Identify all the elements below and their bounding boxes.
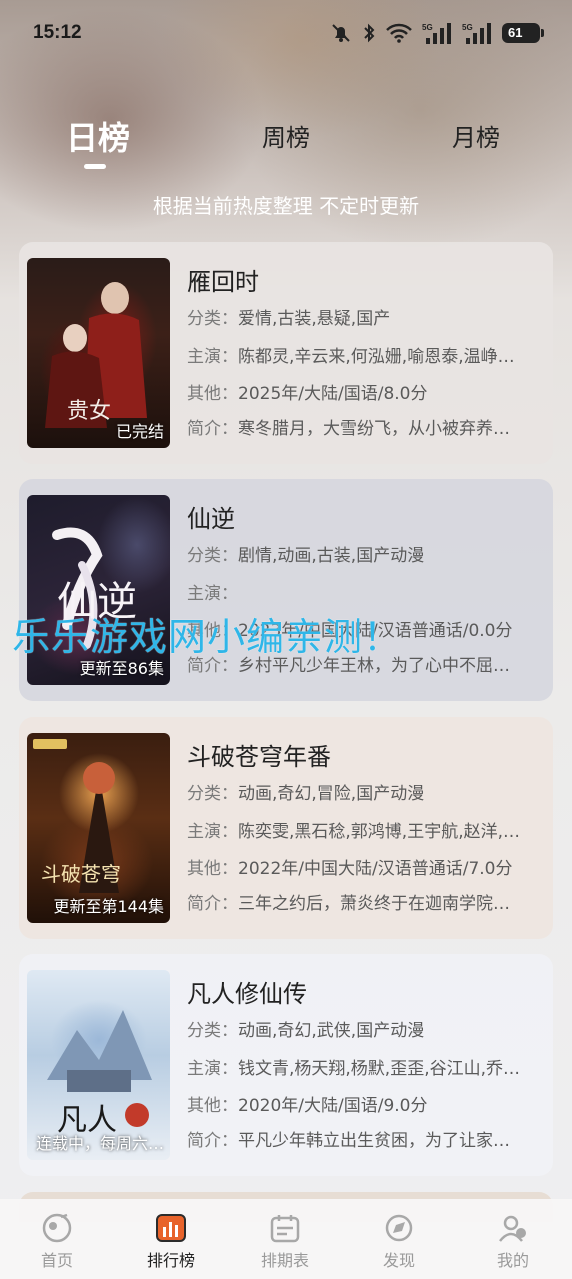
poster-image[interactable]: 斗破苍穹 更新至第144集	[27, 733, 170, 923]
item-category: 分类：动画,奇幻,武侠,国产动漫	[187, 1016, 543, 1041]
item-other: 其他：2022年/中国大陆/汉语普通话/7.0分	[187, 854, 543, 879]
signal-icon-2: 5G	[462, 23, 491, 44]
intro-key: 简介：	[187, 419, 238, 439]
category-value: 剧情,动画,古装,国产动漫	[238, 546, 425, 566]
tab-weekly[interactable]: 周榜	[246, 118, 326, 164]
nav-home-label: 首页	[40, 1251, 73, 1270]
signal2-label: 5G	[462, 23, 473, 32]
item-intro: 简介：三年之约后，萧炎终于在迦南学院…	[187, 889, 543, 914]
other-value: 2022年/中国大陆/汉语普通话/7.0分	[238, 859, 513, 879]
cast-value: 钱文青,杨天翔,杨默,歪歪,谷江山,乔…	[238, 1059, 521, 1079]
ranking-card[interactable]: 凡人 连载中，每周六… 凡人修仙传 分类：动画,奇幻,武侠,国产动漫 主演：钱文…	[19, 954, 553, 1176]
item-title[interactable]: 斗破苍穹年番	[187, 737, 331, 772]
signal-icon: 5G	[422, 23, 451, 44]
category-key: 分类：	[187, 784, 238, 804]
cast-key: 主演：	[187, 347, 238, 367]
tab-daily[interactable]: 日榜	[58, 118, 138, 164]
ranking-card[interactable]: 斗破苍穹 更新至第144集 斗破苍穹年番 分类：动画,奇幻,冒险,国产动漫 主演…	[19, 717, 553, 939]
nav-profile-label: 我的	[496, 1251, 529, 1270]
ranking-subtitle: 根据当前热度整理 不定时更新	[152, 194, 420, 218]
other-key: 其他：	[187, 859, 238, 879]
other-value: 2025年/大陆/国语/8.0分	[238, 384, 428, 404]
poster-image[interactable]: 凡人 连载中，每周六…	[27, 970, 170, 1160]
category-value: 动画,奇幻,冒险,国产动漫	[238, 784, 425, 804]
nav-schedule-label: 排期表	[260, 1251, 309, 1270]
watermark-text: 乐乐游戏网小编亲测！	[12, 615, 403, 659]
nav-home[interactable]: 首页	[0, 1213, 114, 1271]
item-cast: 主演：钱文青,杨天翔,杨默,歪歪,谷江山,乔…	[187, 1054, 543, 1079]
poster-image[interactable]: 贵女 已完结	[27, 258, 170, 448]
item-intro: 简介：寒冬腊月，大雪纷飞，从小被弃养…	[187, 414, 543, 439]
cast-key: 主演：	[187, 822, 238, 842]
tab-monthly[interactable]: 月榜	[436, 118, 516, 164]
item-cast: 主演：陈奕雯,黑石稔,郭鸿博,王宇航,赵洋,…	[187, 817, 543, 842]
item-category: 分类：动画,奇幻,冒险,国产动漫	[187, 779, 543, 804]
schedule-icon	[270, 1215, 300, 1243]
ranking-card[interactable]: 仙逆 更新至86集 仙逆 分类：剧情,动画,古装,国产动漫 主演： 其他：202…	[19, 479, 553, 701]
home-icon	[42, 1213, 72, 1243]
signal1-label: 5G	[422, 23, 433, 32]
status-bar: 15:12 5G 5G 61	[0, 0, 572, 68]
intro-value: 寒冬腊月，大雪纷飞，从小被弃养…	[238, 419, 510, 439]
nav-ranking-label: 排行榜	[146, 1251, 195, 1270]
cast-key: 主演：	[187, 1059, 238, 1079]
bottom-nav: 首页 排行榜 排期表 发现 我的	[0, 1199, 572, 1279]
item-cast: 主演：陈都灵,辛云来,何泓姗,喻恩泰,温峥…	[187, 342, 543, 367]
cast-value: 陈奕雯,黑石稔,郭鸿博,王宇航,赵洋,…	[238, 822, 521, 842]
poster-title-art: 斗破苍穹	[41, 862, 121, 886]
item-other: 其他：2025年/大陆/国语/8.0分	[187, 379, 543, 404]
poster-title-art: 贵女	[67, 399, 111, 424]
item-other: 其他：2020年/大陆/国语/9.0分	[187, 1091, 543, 1116]
poster-badge: 连载中，每周六…	[35, 1134, 164, 1153]
category-key: 分类：	[187, 1021, 238, 1041]
cast-value: 陈都灵,辛云来,何泓姗,喻恩泰,温峥…	[238, 347, 515, 367]
nav-discover-label: 发现	[382, 1251, 415, 1270]
intro-key: 简介：	[187, 894, 238, 914]
nav-profile[interactable]: 我的	[456, 1213, 570, 1271]
category-key: 分类：	[187, 309, 238, 329]
item-title[interactable]: 雁回时	[187, 262, 259, 297]
nav-discover[interactable]: 发现	[342, 1213, 456, 1271]
ranking-card[interactable]: 贵女 已完结 雁回时 分类：爱情,古装,悬疑,国产 主演：陈都灵,辛云来,何泓姗…	[19, 242, 553, 464]
other-value: 2020年/大陆/国语/9.0分	[238, 1096, 428, 1116]
nav-ranking[interactable]: 排行榜	[114, 1213, 228, 1271]
profile-icon	[499, 1215, 526, 1242]
tab-indicator	[84, 164, 106, 169]
status-icons: 5G 5G 61	[330, 22, 544, 44]
item-title[interactable]: 仙逆	[187, 499, 235, 534]
status-time: 15:12	[33, 22, 82, 43]
cast-key: 主演：	[187, 584, 238, 604]
other-key: 其他：	[187, 384, 238, 404]
intro-value: 平凡少年韩立出生贫困，为了让家…	[238, 1131, 510, 1151]
intro-key: 简介：	[187, 1131, 238, 1151]
item-intro: 简介：平凡少年韩立出生贫困，为了让家…	[187, 1126, 543, 1151]
item-title[interactable]: 凡人修仙传	[187, 974, 307, 1009]
nav-schedule[interactable]: 排期表	[228, 1213, 342, 1271]
poster-badge: 已完结	[115, 422, 164, 441]
wifi-icon	[386, 23, 412, 43]
item-cast: 主演：	[187, 579, 543, 604]
item-category: 分类：爱情,古装,悬疑,国产	[187, 304, 543, 329]
category-key: 分类：	[187, 546, 238, 566]
ranking-tabs: 日榜 周榜 月榜	[0, 118, 572, 178]
discover-icon	[385, 1214, 413, 1242]
other-key: 其他：	[187, 1096, 238, 1116]
intro-value: 三年之约后，萧炎终于在迦南学院…	[238, 894, 510, 914]
mute-bell-icon	[332, 24, 350, 42]
category-value: 动画,奇幻,武侠,国产动漫	[238, 1021, 425, 1041]
battery-icon: 61	[502, 23, 544, 43]
item-category: 分类：剧情,动画,古装,国产动漫	[187, 541, 543, 566]
bluetooth-icon	[364, 23, 375, 43]
category-value: 爱情,古装,悬疑,国产	[238, 309, 391, 329]
ranking-icon	[156, 1214, 186, 1242]
poster-badge: 更新至第144集	[53, 897, 164, 916]
